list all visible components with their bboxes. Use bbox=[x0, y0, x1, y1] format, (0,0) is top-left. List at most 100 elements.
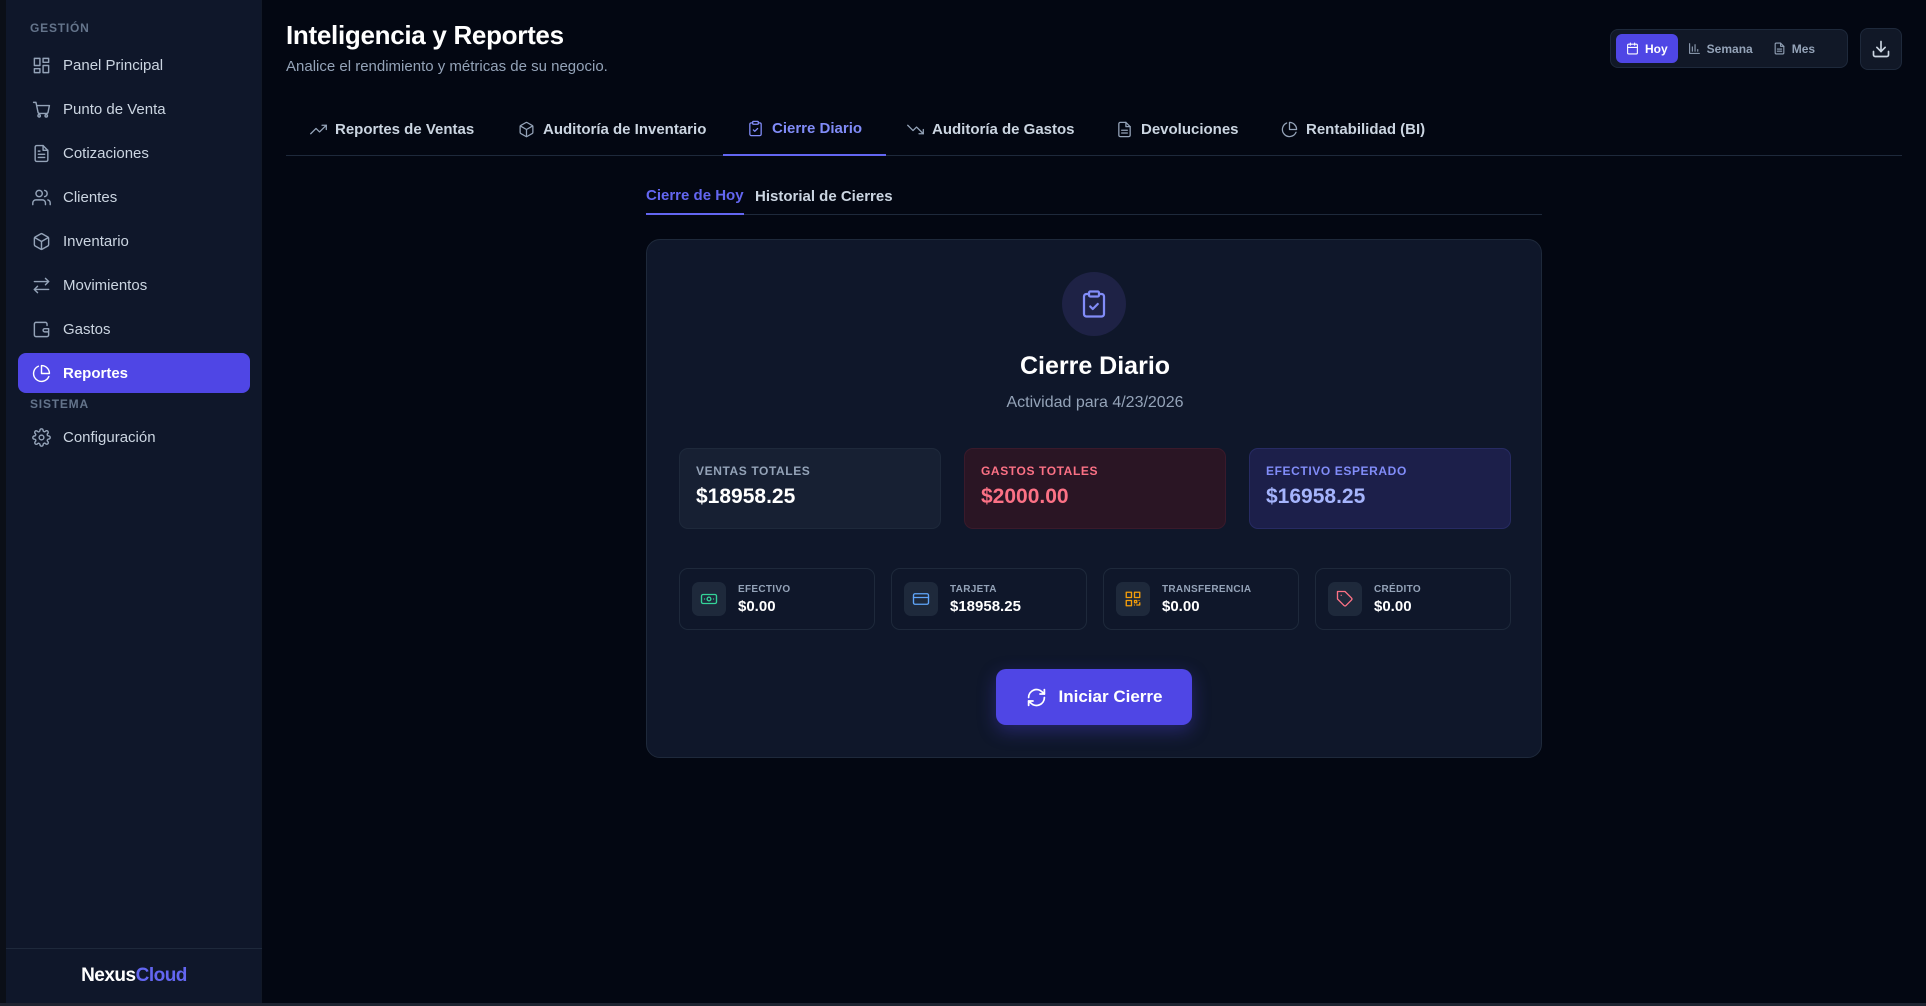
tab-label: Reportes de Ventas bbox=[335, 120, 475, 138]
payment-value: $0.00 bbox=[1162, 597, 1200, 615]
closing-date-subtitle: Actividad para 4/23/2026 bbox=[1006, 394, 1184, 411]
refresh-icon bbox=[1027, 688, 1045, 706]
sidebar-item-inventario[interactable]: Inventario bbox=[18, 221, 250, 261]
period-month-button[interactable]: Mes bbox=[1763, 34, 1825, 63]
sidebar-item-movimientos[interactable]: Movimientos bbox=[18, 265, 250, 305]
expected-cash-stat: EFECTIVO ESPERADO $16958.25 bbox=[1249, 448, 1511, 529]
sidebar-item-label: Panel Principal bbox=[63, 56, 164, 74]
document-icon bbox=[1774, 42, 1785, 55]
tab-label: Devoluciones bbox=[1141, 120, 1239, 138]
payment-label: TRANSFERENCIA bbox=[1162, 583, 1252, 595]
sidebar-item-cotizaciones[interactable]: Cotizaciones bbox=[18, 133, 250, 173]
document-icon bbox=[34, 144, 49, 162]
dashboard-icon bbox=[33, 57, 50, 73]
tab-inventory-audit[interactable]: Auditoría de Inventario bbox=[494, 102, 730, 156]
tab-sales-reports[interactable]: Reportes de Ventas bbox=[286, 102, 498, 156]
payment-label: EFECTIVO bbox=[738, 583, 791, 595]
sidebar-item-label: Configuración bbox=[63, 428, 156, 446]
sidebar-item-configuracion[interactable]: Configuración bbox=[18, 417, 250, 457]
tab-label: Auditoría de Gastos bbox=[932, 120, 1075, 138]
cart-icon bbox=[32, 101, 51, 118]
clipboard-check-icon bbox=[749, 120, 762, 136]
report-tabs: Reportes de Ventas Auditoría de Inventar… bbox=[286, 102, 1902, 156]
payment-value: $18958.25 bbox=[950, 597, 1021, 615]
box-icon bbox=[519, 121, 534, 137]
sidebar-section-system: SISTEMA bbox=[30, 397, 89, 411]
stat-value: $16958.25 bbox=[1266, 485, 1366, 508]
payment-label: TARJETA bbox=[950, 583, 997, 595]
download-button[interactable] bbox=[1860, 28, 1902, 70]
payment-icon-wrap bbox=[1328, 582, 1362, 616]
payment-icon-wrap bbox=[1116, 582, 1150, 616]
payment-credit-card: CRÉDITO $0.00 bbox=[1315, 568, 1511, 630]
bar-chart-icon bbox=[1688, 43, 1700, 54]
period-today-button[interactable]: Hoy bbox=[1616, 34, 1678, 63]
page-subtitle: Analice el rendimiento y métricas de su … bbox=[286, 58, 608, 75]
payment-value: $0.00 bbox=[738, 597, 776, 615]
tab-returns[interactable]: Devoluciones bbox=[1092, 102, 1263, 156]
logo-text-accent: Cloud bbox=[135, 965, 188, 986]
payment-value: $0.00 bbox=[1374, 597, 1412, 615]
sidebar-item-label: Cotizaciones bbox=[63, 144, 149, 162]
tab-expense-audit[interactable]: Auditoría de Gastos bbox=[883, 102, 1099, 156]
period-week-button[interactable]: Semana bbox=[1678, 34, 1763, 63]
stat-value: $2000.00 bbox=[981, 485, 1069, 508]
sidebar-item-gastos[interactable]: Gastos bbox=[18, 309, 250, 349]
payment-card-card: TARJETA $18958.25 bbox=[891, 568, 1087, 630]
payment-label: CRÉDITO bbox=[1374, 583, 1421, 595]
trending-up-icon bbox=[310, 124, 327, 134]
tab-label: Auditoría de Inventario bbox=[543, 120, 707, 138]
trending-down-icon bbox=[907, 124, 924, 134]
sidebar-item-label: Movimientos bbox=[63, 276, 148, 294]
users-icon bbox=[32, 189, 51, 205]
pie-chart-icon bbox=[1281, 121, 1298, 137]
daily-closing-card: Cierre Diario Actividad para 4/23/2026 V… bbox=[646, 239, 1542, 758]
total-sales-stat: VENTAS TOTALES $18958.25 bbox=[679, 448, 941, 529]
sidebar-item-label: Clientes bbox=[63, 188, 118, 206]
stat-label: EFECTIVO ESPERADO bbox=[1266, 464, 1407, 478]
sidebar-item-panel-principal[interactable]: Panel Principal bbox=[18, 45, 250, 85]
brand-logo: Nexus Cloud bbox=[6, 948, 262, 1003]
closing-subtabs: Cierre de Hoy Historial de Cierres bbox=[646, 177, 1542, 215]
window-edge bbox=[0, 0, 6, 1006]
app-window: GESTIÓN Panel Principal Punto de Venta C… bbox=[0, 0, 1926, 1003]
subtab-closing-history[interactable]: Historial de Cierres bbox=[755, 177, 893, 215]
tab-profitability[interactable]: Rentabilidad (BI) bbox=[1257, 102, 1449, 156]
clipboard-check-icon bbox=[1082, 290, 1106, 318]
subtab-today-closing[interactable]: Cierre de Hoy bbox=[646, 177, 744, 215]
period-label: Semana bbox=[1706, 41, 1753, 56]
period-selector: Hoy Semana Mes bbox=[1610, 29, 1848, 68]
tab-label: Rentabilidad (BI) bbox=[1306, 120, 1426, 138]
tab-daily-closing[interactable]: Cierre Diario bbox=[723, 102, 887, 156]
arrows-icon bbox=[33, 277, 50, 293]
button-label: Iniciar Cierre bbox=[1058, 687, 1163, 706]
period-label: Hoy bbox=[1645, 41, 1668, 56]
sidebar-item-label: Reportes bbox=[63, 364, 129, 382]
logo-text-primary: Nexus bbox=[81, 965, 136, 986]
download-icon bbox=[1872, 40, 1890, 58]
stat-label: VENTAS TOTALES bbox=[696, 464, 811, 478]
tab-label: Cierre Diario bbox=[772, 119, 863, 137]
qr-code-icon bbox=[1125, 591, 1141, 607]
closing-hero-badge bbox=[1062, 272, 1126, 336]
tag-icon bbox=[1336, 590, 1353, 607]
sidebar-item-clientes[interactable]: Clientes bbox=[18, 177, 250, 217]
period-label: Mes bbox=[1791, 41, 1816, 56]
gear-icon bbox=[32, 427, 51, 447]
start-closing-button[interactable]: Iniciar Cierre bbox=[996, 669, 1192, 725]
payment-transfer-card: TRANSFERENCIA $0.00 bbox=[1103, 568, 1299, 630]
sidebar-item-reportes[interactable]: Reportes bbox=[18, 353, 250, 393]
payment-icon-wrap bbox=[904, 582, 938, 616]
closing-title: Cierre Diario bbox=[1019, 352, 1171, 380]
document-icon bbox=[1118, 121, 1131, 137]
sidebar-section-management: GESTIÓN bbox=[30, 21, 90, 35]
sidebar: GESTIÓN Panel Principal Punto de Venta C… bbox=[6, 0, 262, 1003]
pie-chart-icon bbox=[32, 364, 51, 382]
stat-value: $18958.25 bbox=[696, 485, 796, 508]
sidebar-item-label: Punto de Venta bbox=[63, 100, 166, 118]
sidebar-item-punto-de-venta[interactable]: Punto de Venta bbox=[18, 89, 250, 129]
calendar-icon bbox=[1627, 42, 1638, 55]
payment-cash-card: EFECTIVO $0.00 bbox=[679, 568, 875, 630]
box-icon bbox=[33, 232, 50, 250]
total-expenses-stat: GASTOS TOTALES $2000.00 bbox=[964, 448, 1226, 529]
